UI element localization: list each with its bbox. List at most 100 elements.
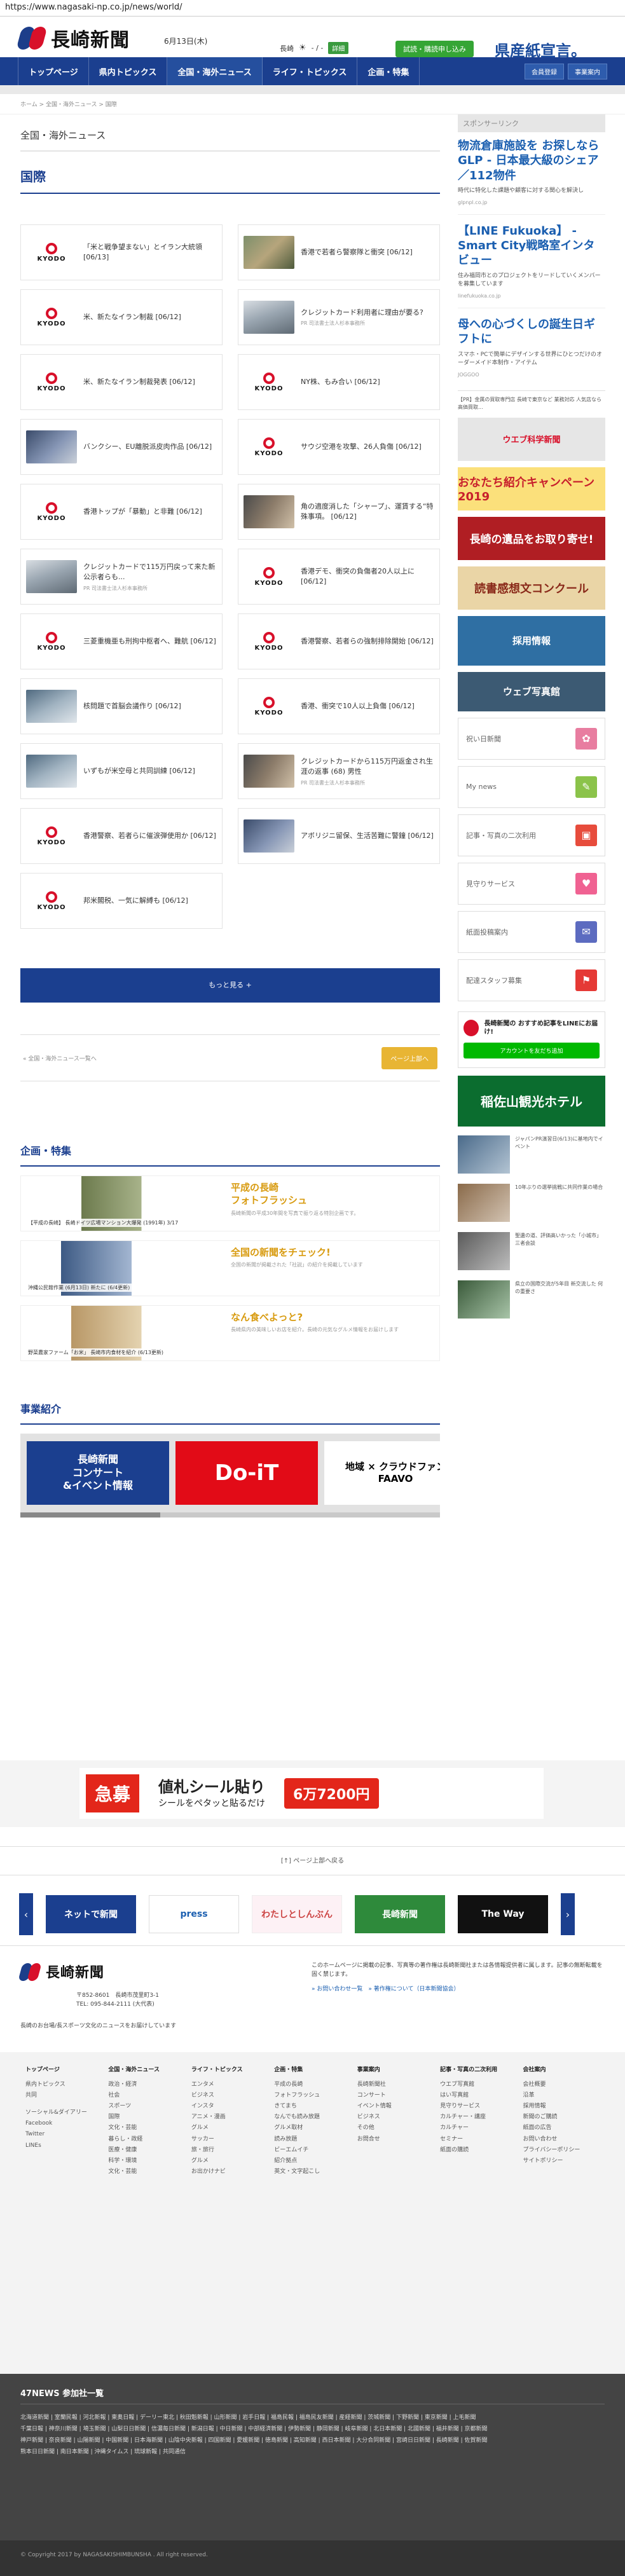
site-logo[interactable]: 長崎新聞 bbox=[16, 24, 130, 52]
footer-link[interactable]: 医療・健康 bbox=[108, 2145, 184, 2156]
partner-tile[interactable]: わたしとしんぶん bbox=[252, 1895, 342, 1933]
footer-link[interactable]: ビジネス bbox=[191, 2090, 268, 2101]
business-info-button[interactable]: 事業案内 bbox=[568, 64, 607, 79]
article-card[interactable]: KYODO 香港、衝突で10人以上負傷 [06/12] bbox=[238, 678, 440, 734]
article-card[interactable]: いずもが米空母と共同訓練 [06/12] bbox=[20, 743, 223, 799]
article-card[interactable]: アボリジニ留保、生活苦難に警鐘 [06/12] bbox=[238, 808, 440, 864]
footer-link[interactable]: お出かけナビ bbox=[191, 2167, 268, 2177]
article-card[interactable]: KYODO 香港デモ、衝突の負傷者20人以上に [06/12] bbox=[238, 549, 440, 605]
link-reuse[interactable]: 記事・写真の二次利用 ▣ bbox=[458, 814, 605, 856]
nav-top[interactable]: トップページ bbox=[18, 57, 89, 85]
footer-link[interactable]: イベント情報 bbox=[357, 2101, 434, 2112]
footer-link[interactable]: ビジネス bbox=[357, 2112, 434, 2123]
partner-tile[interactable]: 長崎新聞 bbox=[355, 1895, 445, 1933]
breadcrumb[interactable]: ホーム > 全国・海外ニュース > 国際 bbox=[0, 94, 625, 114]
hotel-banner[interactable]: 稲佐山観光ホテル bbox=[458, 1075, 605, 1127]
footer-link[interactable]: 紹介拠点 bbox=[274, 2156, 350, 2167]
page-top-button[interactable]: ページ上部へ bbox=[381, 1046, 437, 1069]
47news-row[interactable]: 熊本日日新聞 | 南日本新聞 | 沖縄タイムス | 琉球新報 | 共同通信 bbox=[20, 2446, 605, 2458]
nav-local-topics[interactable]: 県内トピックス bbox=[89, 57, 168, 85]
address-bar[interactable]: https://www.nagasaki-np.co.jp/news/world… bbox=[0, 0, 625, 17]
nav-national-world[interactable]: 全国・海外ニュース bbox=[167, 57, 263, 85]
partner-tile[interactable]: The Way bbox=[458, 1895, 548, 1933]
banner-campaign[interactable]: おなたち紹介キャンペーン 2019 bbox=[458, 467, 605, 510]
footer-link[interactable]: カルチャー・講座 bbox=[440, 2112, 516, 2123]
footer-link[interactable]: コンサート bbox=[357, 2090, 434, 2101]
mini-news-item[interactable]: ジャパンPR演習日(6/13)に基地内でイベント bbox=[458, 1135, 605, 1175]
biz-tile-doit[interactable]: Do-iT bbox=[175, 1441, 318, 1505]
footer-link[interactable]: セミナー bbox=[440, 2134, 516, 2145]
ad-title[interactable]: 【LINE Fukuoka】 - Smart City戦略室インタビュー bbox=[458, 224, 605, 268]
footer-link[interactable]: フォトフラッシュ bbox=[274, 2090, 350, 2101]
banner-photo-gallery[interactable]: ウェブ写真館 bbox=[458, 671, 605, 711]
footer-link[interactable]: 科学・環境 bbox=[108, 2156, 184, 2167]
footer-col-head[interactable]: 全国・海外ニュース bbox=[108, 2065, 184, 2076]
footer-link[interactable]: 沿革 bbox=[523, 2090, 600, 2101]
mini-news-item[interactable]: 10年ぶりの選挙挑戦に共同作業の場合 bbox=[458, 1183, 605, 1223]
footer-link[interactable]: ビーエムイチ bbox=[274, 2145, 350, 2156]
article-card[interactable]: KYODO 三菱重機亜も刑拘中枢者へ、難航 [06/12] bbox=[20, 613, 223, 669]
47news-row[interactable]: 北海道新聞 | 室蘭民報 | 河北新報 | 東奥日報 | デーリー東北 | 秋田… bbox=[20, 2412, 605, 2423]
footer-link[interactable]: 読み放題 bbox=[274, 2134, 350, 2145]
footer-link[interactable]: サイトポリシー bbox=[523, 2156, 600, 2167]
back-to-top-link[interactable]: [↑] ページ上部へ戻る bbox=[0, 1846, 625, 1875]
link-watch[interactable]: 見守りサービス ♥ bbox=[458, 862, 605, 905]
footer-link[interactable]: グルメ bbox=[191, 2156, 268, 2167]
article-card[interactable]: KYODO 米、新たなイラン制裁発表 [06/12] bbox=[20, 354, 223, 410]
footer-link[interactable]: 英文・文字起こし bbox=[274, 2167, 350, 2177]
footer-col-head[interactable]: 事業案内 bbox=[357, 2065, 434, 2076]
footer-col-head[interactable]: 記事・写真の二次利用 bbox=[440, 2065, 516, 2076]
footer-link[interactable]: その他 bbox=[357, 2123, 434, 2134]
partner-tile[interactable]: ネットで新聞 bbox=[46, 1895, 136, 1933]
feature-item[interactable]: 沖縄公民館作業 (6月13日) 新たに (6/4更新) 全国の新聞をチェック! 全… bbox=[20, 1240, 440, 1296]
footer-link[interactable]: 新聞のご購読 bbox=[523, 2112, 600, 2123]
article-card[interactable]: KYODO 「米と戦争望まない」とイラン大統領 [06/13] bbox=[20, 224, 223, 280]
footer-link[interactable]: アニメ・漫画 bbox=[191, 2112, 268, 2123]
footer-link[interactable]: 会社概要 bbox=[523, 2079, 600, 2090]
link-submit[interactable]: 紙面投稿案内 ✉ bbox=[458, 910, 605, 953]
carousel-next-button[interactable]: › bbox=[561, 1893, 575, 1935]
footer-link[interactable]: LINEs bbox=[25, 2141, 102, 2151]
article-card[interactable]: 核問題で首脳会議作り [06/12] bbox=[20, 678, 223, 734]
banner-essay[interactable]: 読書感想文コンクール bbox=[458, 566, 605, 610]
footer-link[interactable]: 社会 bbox=[108, 2090, 184, 2101]
footer-link[interactable]: きてまち bbox=[274, 2101, 350, 2112]
footer-col-head[interactable]: ライフ・トピックス bbox=[191, 2065, 268, 2076]
article-card[interactable]: 香港で若者ら警察隊と衝突 [06/12] bbox=[238, 224, 440, 280]
banner-gift[interactable]: 長崎の遺品をお取り寄せ! bbox=[458, 516, 605, 560]
ad-title[interactable]: 母への心づくしの誕生日ギフトに bbox=[458, 317, 605, 347]
feature-item[interactable]: 【平成の長崎】 長崎ドイツ広場マンション大爆発 (1991年) 3/17 平成の… bbox=[20, 1175, 440, 1231]
banner-science[interactable]: ウエブ科学新聞 bbox=[458, 417, 605, 461]
footer-col-head[interactable]: 企画・特集 bbox=[274, 2065, 350, 2076]
footer-link[interactable]: エンタメ bbox=[191, 2079, 268, 2090]
footer-link[interactable]: 政治・経済 bbox=[108, 2079, 184, 2090]
footer-col-head[interactable]: 会社案内 bbox=[523, 2065, 600, 2076]
biz-scrollbar[interactable] bbox=[20, 1512, 440, 1518]
pr-notice[interactable]: 【PR】金属の買取専門店 長崎で東京など 業務対応 人気店なら 高価買取... bbox=[458, 390, 605, 411]
footer-link[interactable]: グルメ bbox=[191, 2123, 268, 2134]
footer-link[interactable]: インスタ bbox=[191, 2101, 268, 2112]
footer-link[interactable]: 県内トピックス bbox=[25, 2079, 102, 2090]
footer-link[interactable]: プライバシーポリシー bbox=[523, 2145, 600, 2156]
footer-link[interactable]: 文化・芸能 bbox=[108, 2123, 184, 2134]
footer-link[interactable]: スポーツ bbox=[108, 2101, 184, 2112]
article-card[interactable]: KYODO 香港警察、若者らに催涙弾使用か [06/12] bbox=[20, 808, 223, 864]
footer-link[interactable]: はい写真館 bbox=[440, 2090, 516, 2101]
footer-links[interactable]: » お問い合わせ一覧 » 著作権について（日本新聞協会） bbox=[312, 1985, 604, 1994]
sponsor-ad[interactable]: 【LINE Fukuoka】 - Smart City戦略室インタビュー 住み福… bbox=[458, 224, 605, 299]
link-mynews[interactable]: My news ✎ bbox=[458, 765, 605, 808]
article-card[interactable]: クレジットカードから115万円返金され生涯の返事 (68) 男性 PR 司法書士法… bbox=[238, 743, 440, 799]
banner-recruit[interactable]: 採用情報 bbox=[458, 615, 605, 666]
47news-row[interactable]: 神戸新聞 | 奈良新聞 | 山陽新聞 | 中国新聞 | 日本海新聞 | 山陰中央… bbox=[20, 2435, 605, 2446]
wide-ad[interactable]: 急募 値札シール貼り シールをペタッと貼るだけ 6万7200円 bbox=[0, 1760, 625, 1827]
footer-link[interactable]: 国際 bbox=[108, 2112, 184, 2123]
footer-link[interactable]: 紙面の購読 bbox=[440, 2145, 516, 2156]
article-card[interactable]: KYODO サウジ空港を攻撃、26人負傷 [06/12] bbox=[238, 419, 440, 475]
footer-link[interactable]: なんでも読み放題 bbox=[274, 2112, 350, 2123]
footer-link[interactable]: 文化・芸能 bbox=[108, 2167, 184, 2177]
footer-link[interactable]: 見守りサービス bbox=[440, 2101, 516, 2112]
article-card[interactable]: KYODO NY株、もみ合い [06/12] bbox=[238, 354, 440, 410]
article-card[interactable]: クレジットカードで115万円戻って来た新公示者らも... PR 司法書士法人杉本事… bbox=[20, 549, 223, 605]
footer-link[interactable]: 長崎新聞社 bbox=[357, 2079, 434, 2090]
47news-row[interactable]: 千葉日報 | 神奈川新聞 | 埼玉新聞 | 山梨日日新聞 | 信濃毎日新聞 | … bbox=[20, 2423, 605, 2435]
